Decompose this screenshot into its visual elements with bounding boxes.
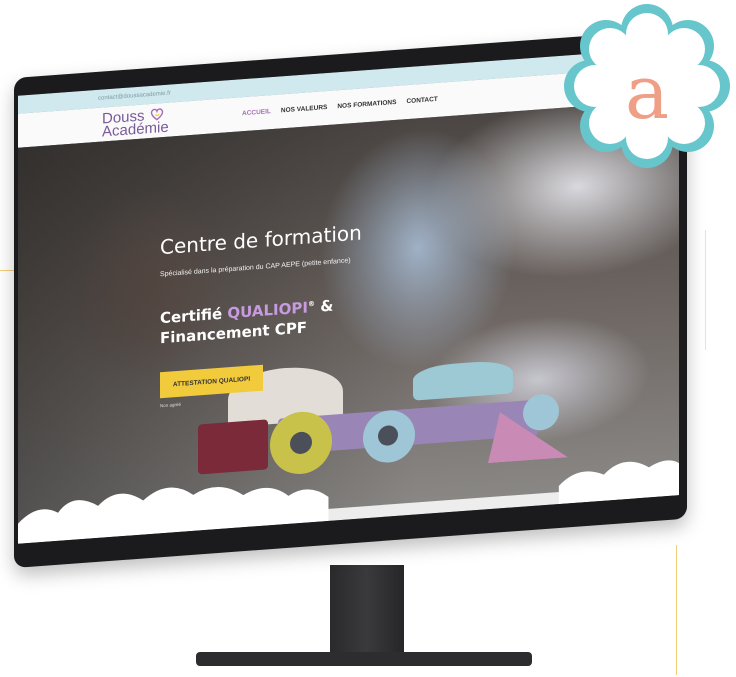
flower-badge: a <box>564 4 730 168</box>
site-logo[interactable]: Douss Académie <box>102 107 169 141</box>
nav-contact[interactable]: CONTACT <box>406 96 437 105</box>
toy-wheel <box>523 392 559 432</box>
cert-prefix: Certifié <box>160 304 223 328</box>
nav-nos-formations[interactable]: NOS FORMATIONS <box>337 99 396 110</box>
heart-icon <box>150 108 164 121</box>
nav-nos-valeurs[interactable]: NOS VALEURS <box>281 104 327 114</box>
badge-letter: a <box>625 50 669 136</box>
cert-registered-mark: ® <box>307 299 315 309</box>
nav-accueil[interactable]: ACCUEIL <box>242 108 271 117</box>
monitor-stand-base <box>196 652 532 666</box>
decorative-line <box>705 230 706 350</box>
decorative-line <box>676 545 677 675</box>
toy-car-roof <box>413 359 513 401</box>
top-contact-email[interactable]: contact@doussacademie.fr <box>98 90 171 101</box>
monitor-stand-neck <box>330 565 404 665</box>
main-nav: ACCUEIL NOS VALEURS NOS FORMATIONS CONTA… <box>242 96 438 117</box>
logo-line-2: Académie <box>102 118 169 141</box>
cert-ampersand: & <box>320 296 334 316</box>
